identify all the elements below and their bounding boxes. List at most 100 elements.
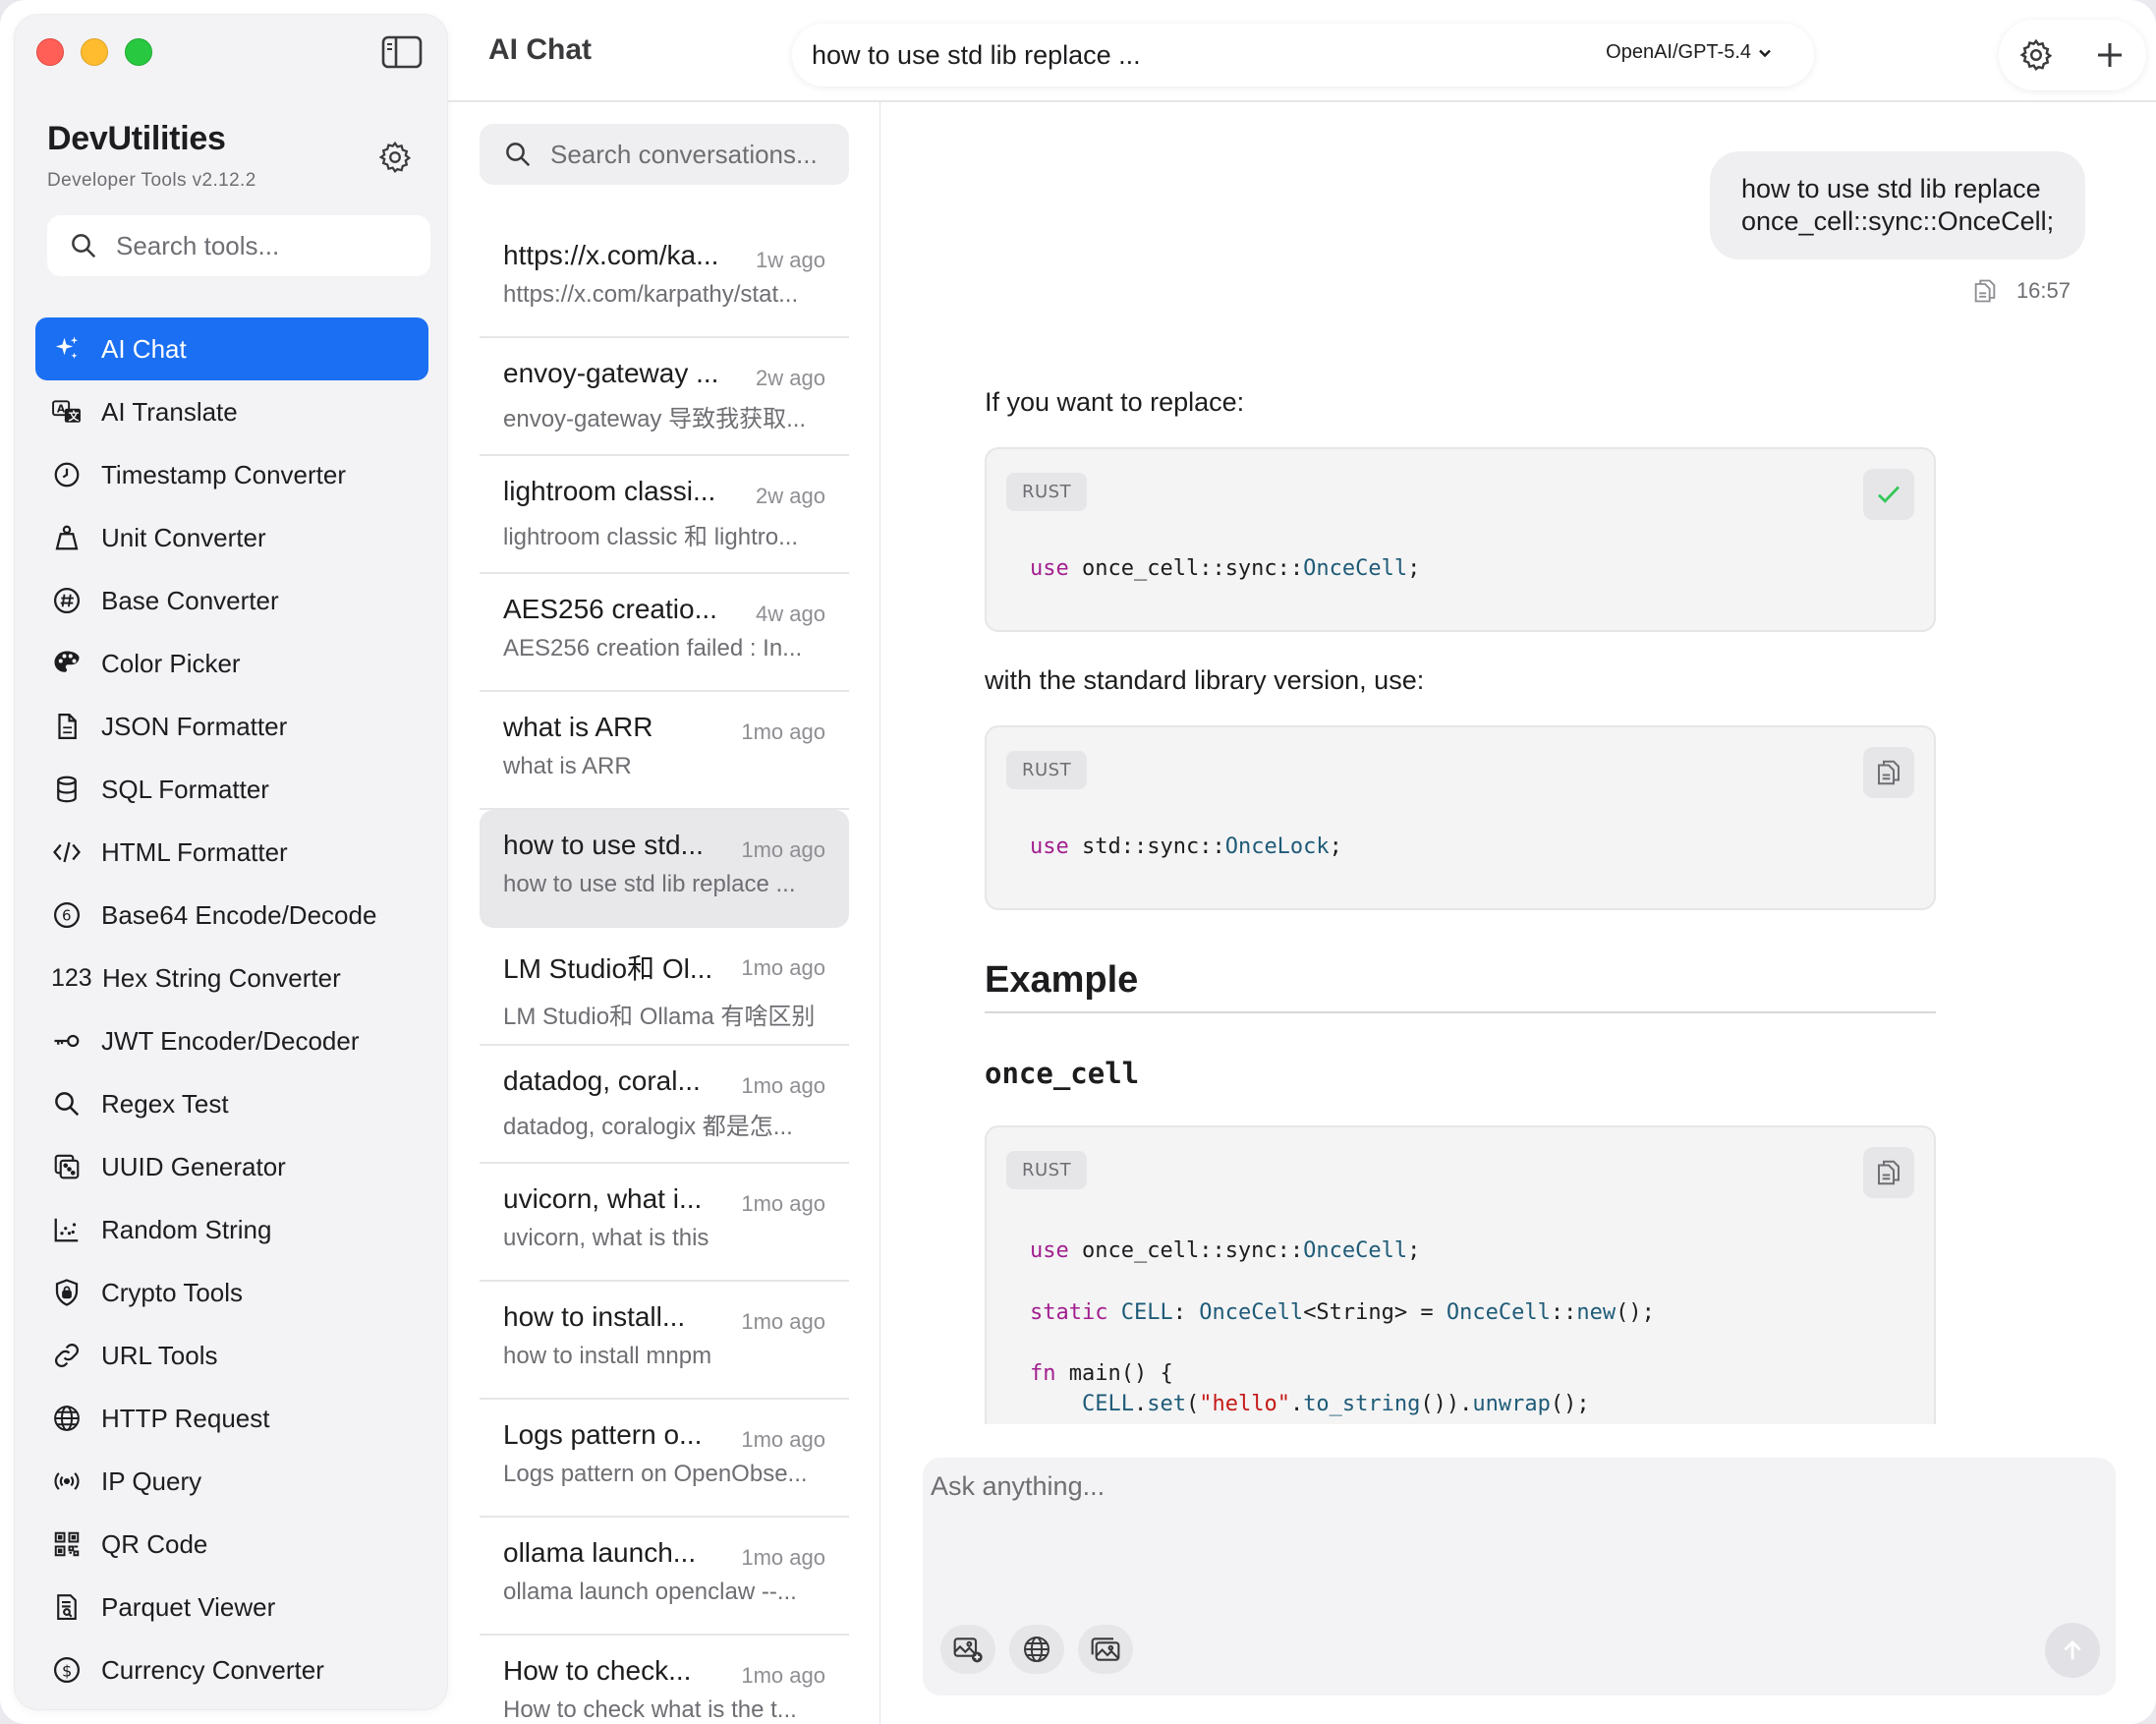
minimize-window-button[interactable] xyxy=(81,38,108,66)
sidebar-item-base64[interactable]: 6 Base64 Encode/Decode xyxy=(35,884,428,947)
sidebar-item-unit-converter[interactable]: Unit Converter xyxy=(35,506,428,569)
sidebar-item-jwt[interactable]: JWT Encoder/Decoder xyxy=(35,1009,428,1072)
sidebar-toggle-icon[interactable] xyxy=(381,34,423,70)
svg-text:$: $ xyxy=(62,1661,72,1680)
conversation-item[interactable]: Logs pattern o... 1mo ago Logs pattern on … xyxy=(480,1400,849,1518)
close-window-button[interactable] xyxy=(36,38,64,66)
page-title: AI Chat xyxy=(488,33,592,66)
sidebar-item-ai-chat[interactable]: AI Chat xyxy=(35,317,428,380)
gear-icon[interactable] xyxy=(377,140,413,175)
user-message: how to use std lib replace once_cell::sy… xyxy=(1710,151,2085,259)
conversation-time: 1mo ago xyxy=(741,1427,825,1452)
copy-icon xyxy=(1878,760,1900,785)
send-button[interactable] xyxy=(2045,1623,2100,1678)
conversation-item[interactable]: How to check... 1mo ago How to check what … xyxy=(480,1636,849,1724)
sidebar-item-label: Unit Converter xyxy=(101,522,266,552)
conversation-preview: lightroom classic 和 lightro... xyxy=(503,524,799,550)
image-gallery-button[interactable] xyxy=(1078,1625,1133,1674)
sidebar-item-ai-translate[interactable]: A文 AI Translate xyxy=(35,380,428,443)
code-block: RUST use once_cell::sync::OnceCell; stat… xyxy=(985,1125,1936,1424)
sidebar-item-label: Parquet Viewer xyxy=(101,1591,276,1622)
six-circle-icon: 6 xyxy=(50,898,84,932)
window-controls xyxy=(36,38,152,66)
plus-icon[interactable] xyxy=(2092,37,2128,73)
sidebar-item-label: Regex Test xyxy=(101,1088,229,1119)
conversation-item[interactable]: ollama launch... 1mo ago ollama launch ope… xyxy=(480,1518,849,1636)
sidebar-item-ip-query[interactable]: IP Query xyxy=(35,1450,428,1513)
sidebar-item-base-converter[interactable]: Base Converter xyxy=(35,569,428,632)
sidebar-item-http-request[interactable]: HTTP Request xyxy=(35,1387,428,1450)
svg-text:文: 文 xyxy=(68,410,80,423)
attach-image-button[interactable] xyxy=(940,1625,995,1674)
conversation-item[interactable]: https://x.com/ka... 1w ago https://x.com/k… xyxy=(480,220,849,338)
conversation-item[interactable]: how to use std... 1mo ago how to use std l… xyxy=(480,810,849,928)
sidebar-item-html-formatter[interactable]: HTML Formatter xyxy=(35,821,428,884)
conversation-title: AES256 creatio... xyxy=(503,594,717,624)
code-block: RUST use std::sync::OnceLock; xyxy=(985,725,1936,910)
app-version: Developer Tools v2.12.2 xyxy=(47,170,256,191)
sidebar-item-label: Random String xyxy=(101,1214,272,1244)
message-input[interactable] xyxy=(931,1471,2100,1570)
conversation-time: 1w ago xyxy=(756,248,825,272)
sidebar-item-random-string[interactable]: Random String xyxy=(35,1198,428,1261)
sidebar-item-url-tools[interactable]: URL Tools xyxy=(35,1324,428,1387)
conversation-time: 1mo ago xyxy=(741,1663,825,1688)
dice-icon xyxy=(50,1150,84,1183)
copy-code-button[interactable] xyxy=(1863,747,1914,798)
conversation-preview: uvicorn, what is this xyxy=(503,1225,709,1251)
broadcast-icon xyxy=(50,1465,84,1498)
chevron-down-icon xyxy=(1759,49,1771,57)
top-actions xyxy=(1999,20,2146,90)
tools-sidebar: DevUtilities Developer Tools v2.12.2 AI … xyxy=(15,15,447,1709)
copy-code-button[interactable] xyxy=(1863,469,1914,520)
code-content: use std::sync::OnceLock; xyxy=(1030,834,1342,859)
conversation-preview: Logs pattern on OpenObse... xyxy=(503,1461,808,1487)
conversation-item[interactable]: what is ARR 1mo ago what is ARR xyxy=(480,692,849,810)
conversation-title: Logs pattern o... xyxy=(503,1419,703,1450)
conversation-time: 1mo ago xyxy=(741,719,825,744)
sidebar-item-color-picker[interactable]: Color Picker xyxy=(35,632,428,695)
user-message-meta: 16:57 xyxy=(1971,277,2071,305)
conversation-item[interactable]: LM Studio和 Ol... 1mo ago LM Studio和 Ollama… xyxy=(480,928,849,1046)
sidebar-item-crypto-tools[interactable]: Crypto Tools xyxy=(35,1261,428,1324)
conversation-item[interactable]: envoy-gateway ... 2w ago envoy-gateway 导致我… xyxy=(480,338,849,456)
sidebar-item-qr-code[interactable]: QR Code xyxy=(35,1513,428,1576)
conversation-topic: how to use std lib replace ... xyxy=(812,39,1141,70)
conversation-list: https://x.com/ka... 1w ago https://x.com/k… xyxy=(480,220,849,1724)
sidebar-item-parquet-viewer[interactable]: Parquet Viewer xyxy=(35,1576,428,1638)
sidebar-item-label: HTML Formatter xyxy=(101,836,288,867)
conversation-item[interactable]: datadog, coral... 1mo ago datadog, coralog… xyxy=(480,1046,849,1164)
tool-search-input[interactable] xyxy=(116,230,411,261)
gear-icon[interactable] xyxy=(2018,37,2054,73)
conversation-time: 1mo ago xyxy=(741,1191,825,1216)
copy-icon[interactable] xyxy=(1971,277,1999,305)
sidebar-item-sql-formatter[interactable]: SQL Formatter xyxy=(35,758,428,821)
sidebar-item-regex-test[interactable]: Regex Test xyxy=(35,1072,428,1135)
conversation-title: ollama launch... xyxy=(503,1537,697,1568)
app-title: DevUtilities xyxy=(47,120,226,157)
sidebar-item-currency-converter[interactable]: $ Currency Converter xyxy=(35,1638,428,1701)
sidebar-item-timestamp-converter[interactable]: Timestamp Converter xyxy=(35,443,428,506)
sparkles-icon xyxy=(50,332,84,366)
sidebar-item-json-formatter[interactable]: JSON Formatter xyxy=(35,695,428,758)
sidebar-item-label: QR Code xyxy=(101,1528,208,1559)
conversation-item[interactable]: lightroom classi... 2w ago lightroom class… xyxy=(480,456,849,574)
web-search-button[interactable] xyxy=(1009,1625,1064,1674)
sidebar-item-hex-string-converter[interactable]: 123 Hex String Converter xyxy=(35,947,428,1009)
sidebar-item-label: JSON Formatter xyxy=(101,711,288,741)
copy-icon xyxy=(1878,1160,1900,1185)
conversation-preview: envoy-gateway 导致我获取... xyxy=(503,406,807,432)
numbers-icon: 123 xyxy=(51,963,92,992)
image-add-icon xyxy=(953,1638,983,1663)
conversation-item[interactable]: how to install... 1mo ago how to install m… xyxy=(480,1282,849,1400)
conversation-search-input[interactable] xyxy=(550,139,845,170)
copy-code-button[interactable] xyxy=(1863,1147,1914,1198)
model-selector[interactable]: OpenAI/GPT-5.4 xyxy=(1606,41,1773,64)
code-language-badge: RUST xyxy=(1006,1151,1088,1189)
chat-thread: how to use std lib replace once_cell::sy… xyxy=(881,102,2156,1424)
conversation-item[interactable]: AES256 creatio... 4w ago AES256 creation f… xyxy=(480,574,849,692)
conversation-title: envoy-gateway ... xyxy=(503,358,719,388)
sidebar-item-uuid-generator[interactable]: UUID Generator xyxy=(35,1135,428,1198)
zoom-window-button[interactable] xyxy=(125,38,152,66)
conversation-item[interactable]: uvicorn, what i... 1mo ago uvicorn, what i… xyxy=(480,1164,849,1282)
